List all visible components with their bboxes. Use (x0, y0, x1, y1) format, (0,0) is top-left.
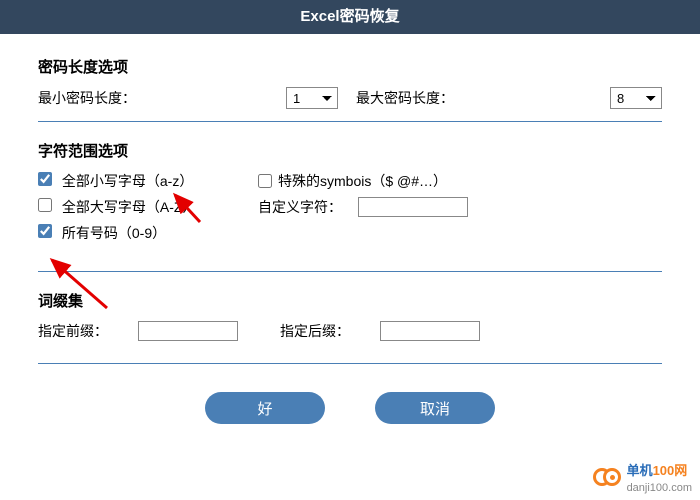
content-area: 密码长度选项 最小密码长度： 1 最大密码长度： 8 字符范围选项 全部小写字母… (0, 34, 700, 424)
uppercase-label: 全部大写字母（A-Z） (62, 199, 197, 215)
section-charset-title: 字符范围选项 (38, 140, 662, 161)
charset-row-1: 全部小写字母（a-z） 特殊的symbois（$ @#…） (38, 171, 662, 191)
charset-row-2: 全部大写字母（A-Z） 自定义字符： (38, 197, 662, 217)
digits-checkbox[interactable] (38, 224, 52, 238)
custom-chars-label: 自定义字符： (258, 197, 358, 217)
min-length-select[interactable]: 1 (286, 87, 338, 109)
prefix-input[interactable] (138, 321, 238, 341)
symbols-checkbox[interactable] (258, 174, 272, 188)
divider (38, 271, 662, 272)
section-length-title: 密码长度选项 (38, 56, 662, 77)
digits-label: 所有号码（0-9） (62, 225, 166, 241)
affix-row: 指定前缀： 指定后缀： (38, 321, 662, 341)
section-affix-title: 词缀集 (38, 290, 662, 311)
max-length-select[interactable]: 8 (610, 87, 662, 109)
ok-button[interactable]: 好 (205, 392, 325, 424)
lowercase-checkbox[interactable] (38, 172, 52, 186)
window-title: Excel密码恢复 (300, 8, 399, 25)
uppercase-checkbox[interactable] (38, 198, 52, 212)
lowercase-label: 全部小写字母（a-z） (62, 173, 193, 189)
suffix-input[interactable] (380, 321, 480, 341)
suffix-label: 指定后缀： (280, 321, 380, 341)
divider (38, 363, 662, 364)
min-length-label: 最小密码长度： (38, 88, 286, 108)
prefix-label: 指定前缀： (38, 321, 138, 341)
cancel-button[interactable]: 取消 (375, 392, 495, 424)
title-bar: Excel密码恢复 (0, 0, 700, 34)
symbols-label: 特殊的symbois（$ @#…） (278, 171, 447, 191)
button-row: 好 取消 (38, 392, 662, 424)
divider (38, 121, 662, 122)
watermark-logo-icon (593, 466, 621, 488)
charset-row-3: 所有号码（0-9） (38, 223, 662, 243)
max-length-label: 最大密码长度： (356, 88, 610, 108)
watermark-text: 单机100网 danji100.com (627, 460, 692, 494)
custom-chars-input[interactable] (358, 197, 468, 217)
watermark: 单机100网 danji100.com (593, 460, 692, 494)
length-row: 最小密码长度： 1 最大密码长度： 8 (38, 87, 662, 109)
